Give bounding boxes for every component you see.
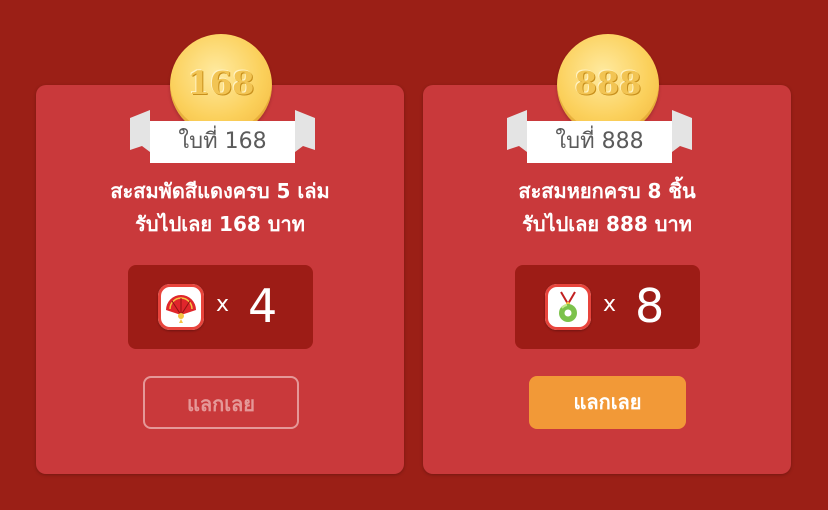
red-fan-icon [158, 284, 204, 330]
reward-description: สะสมหยกครบ 8 ชิ้น รับไปเลย 888 บาท [423, 175, 791, 241]
coin-number: 888 [574, 64, 642, 102]
description-line-1: สะสมหยกครบ 8 ชิ้น [518, 179, 696, 203]
multiply-sign: x [603, 292, 617, 317]
item-count-box: x 4 [128, 265, 313, 349]
ribbon-label: ใบที่ 168 [178, 129, 267, 154]
description-line-2: รับไปเลย 888 บาท [522, 212, 692, 236]
multiply-sign: x [216, 292, 230, 317]
item-quantity: 4 [248, 279, 278, 333]
reward-description: สะสมพัดสีแดงครบ 5 เล่ม รับไปเลย 168 บาท [36, 175, 404, 241]
item-count-box: x 8 [515, 265, 700, 349]
ribbon-banner: ใบที่ 168 [130, 100, 315, 164]
redeem-button[interactable]: แลกเลย [529, 376, 686, 429]
item-quantity: 8 [635, 279, 665, 333]
redeem-button-disabled[interactable]: แลกเลย [143, 376, 299, 429]
description-line-2: รับไปเลย 168 บาท [135, 212, 305, 236]
ribbon-label: ใบที่ 888 [555, 129, 644, 154]
ribbon-banner: ใบที่ 888 [507, 100, 692, 164]
jade-pendant-icon [545, 284, 591, 330]
description-line-1: สะสมพัดสีแดงครบ 5 เล่ม [110, 179, 330, 203]
coin-number: 168 [187, 64, 255, 102]
